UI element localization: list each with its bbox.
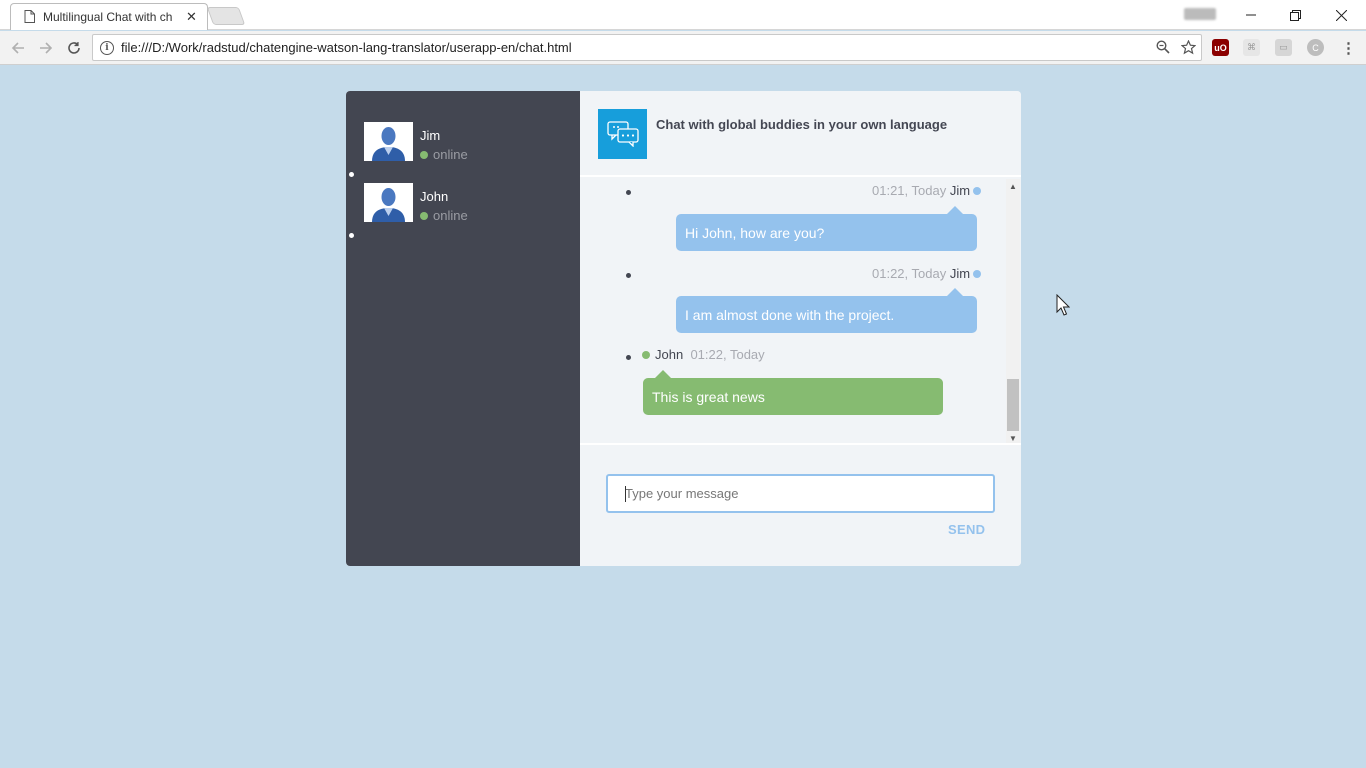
menu-kebab-icon[interactable]: ⋮ (1340, 39, 1357, 57)
online-dot-icon (420, 211, 428, 220)
message-sender: John (655, 347, 684, 362)
avatar (364, 183, 413, 222)
list-bullet (349, 233, 354, 238)
chat-header: Chat with global buddies in your own lan… (580, 91, 1021, 177)
browser-tabbar: Multilingual Chat with ch ✕ (0, 0, 1366, 30)
scroll-up-icon[interactable]: ▲ (1006, 179, 1020, 193)
chat-history[interactable]: 01:21, Today Jim Hi John, how are you? 0… (580, 179, 1021, 445)
message-input[interactable] (606, 474, 995, 513)
close-window-button[interactable] (1318, 0, 1364, 30)
status-text: online (433, 147, 468, 162)
message-meta: 01:22, Today Jim (872, 266, 982, 281)
forward-button[interactable] (34, 36, 58, 60)
browser-tab-content[interactable]: Multilingual Chat with ch ✕ (10, 3, 208, 30)
tab-close-icon[interactable]: ✕ (186, 9, 197, 25)
message-time: 01:22, Today (690, 347, 765, 362)
chat-bubbles-icon (606, 121, 639, 147)
message-bubble: This is great news (643, 378, 943, 415)
message-bubble: Hi John, how are you? (676, 214, 977, 251)
arrow-right-icon (40, 42, 53, 54)
contact-status: online (420, 208, 468, 223)
minimize-icon (1246, 14, 1256, 16)
contact-name: John (420, 189, 449, 204)
chat-logo (598, 109, 647, 159)
user-avatar-icon (372, 127, 405, 161)
contact-jim[interactable]: Jim online (364, 122, 564, 162)
mouse-pointer-icon (1056, 294, 1070, 316)
sender-dot-icon (973, 186, 982, 195)
message-bubble: I am almost done with the project. (676, 296, 977, 333)
list-bullet (626, 190, 631, 195)
tab-title: Multilingual Chat with ch (43, 9, 173, 24)
list-bullet (626, 355, 631, 360)
avatar (364, 122, 413, 161)
chat-title: Chat with global buddies in your own lan… (656, 117, 948, 132)
url-text: file:///D:/Work/radstud/chatengine-watso… (121, 40, 572, 55)
new-tab-button[interactable] (206, 7, 246, 25)
arrow-left-icon (11, 42, 24, 54)
pdf-extension-icon[interactable]: ⌘ (1243, 39, 1260, 56)
message-meta: 01:21, Today Jim (872, 183, 982, 198)
message-composer: SEND (580, 447, 1021, 566)
minimize-button[interactable] (1228, 0, 1274, 30)
message-time: 01:21, Today (872, 183, 947, 198)
close-icon (1335, 9, 1347, 21)
zoom-icon[interactable] (1156, 40, 1170, 54)
send-button[interactable]: SEND (948, 522, 985, 537)
text-cursor (625, 486, 626, 502)
online-dot-icon (420, 150, 428, 159)
scroll-thumb[interactable] (1007, 379, 1019, 431)
profile-button[interactable] (1184, 8, 1216, 20)
list-bullet (626, 273, 631, 278)
chat-app: Jim online John online Chat with global … (346, 91, 1021, 566)
contacts-sidebar: Jim online John online (346, 91, 580, 566)
list-bullet (349, 172, 354, 177)
ublock-shield-icon[interactable]: uO (1212, 39, 1229, 56)
c-extension-icon[interactable]: C (1307, 39, 1324, 56)
reload-icon (68, 42, 80, 54)
contact-name: Jim (420, 128, 441, 143)
status-text: online (433, 208, 468, 223)
sender-dot-icon (973, 269, 982, 278)
restore-button[interactable] (1272, 0, 1318, 30)
reload-button[interactable] (62, 36, 86, 60)
user-avatar-icon (372, 188, 405, 222)
restore-icon (1289, 9, 1301, 21)
message-meta: John 01:22, Today (642, 347, 765, 362)
cast-extension-icon[interactable]: ▭ (1275, 39, 1292, 56)
address-bar[interactable]: i file:///D:/Work/radstud/chatengine-wat… (92, 34, 1202, 61)
message-time: 01:22, Today (872, 266, 947, 281)
contact-john[interactable]: John online (364, 183, 564, 223)
history-scrollbar[interactable]: ▲ ▼ (1006, 179, 1020, 443)
info-icon[interactable]: i (100, 40, 114, 55)
scroll-down-icon[interactable]: ▼ (1006, 431, 1020, 443)
page-icon (24, 10, 35, 23)
contact-status: online (420, 147, 468, 162)
bookmark-star-icon[interactable] (1181, 40, 1196, 55)
browser-toolbar: i file:///D:/Work/radstud/chatengine-wat… (0, 31, 1366, 65)
message-sender: Jim (949, 183, 971, 198)
sender-dot-icon (642, 350, 650, 359)
message-sender: Jim (949, 266, 971, 281)
back-button[interactable] (6, 36, 30, 60)
